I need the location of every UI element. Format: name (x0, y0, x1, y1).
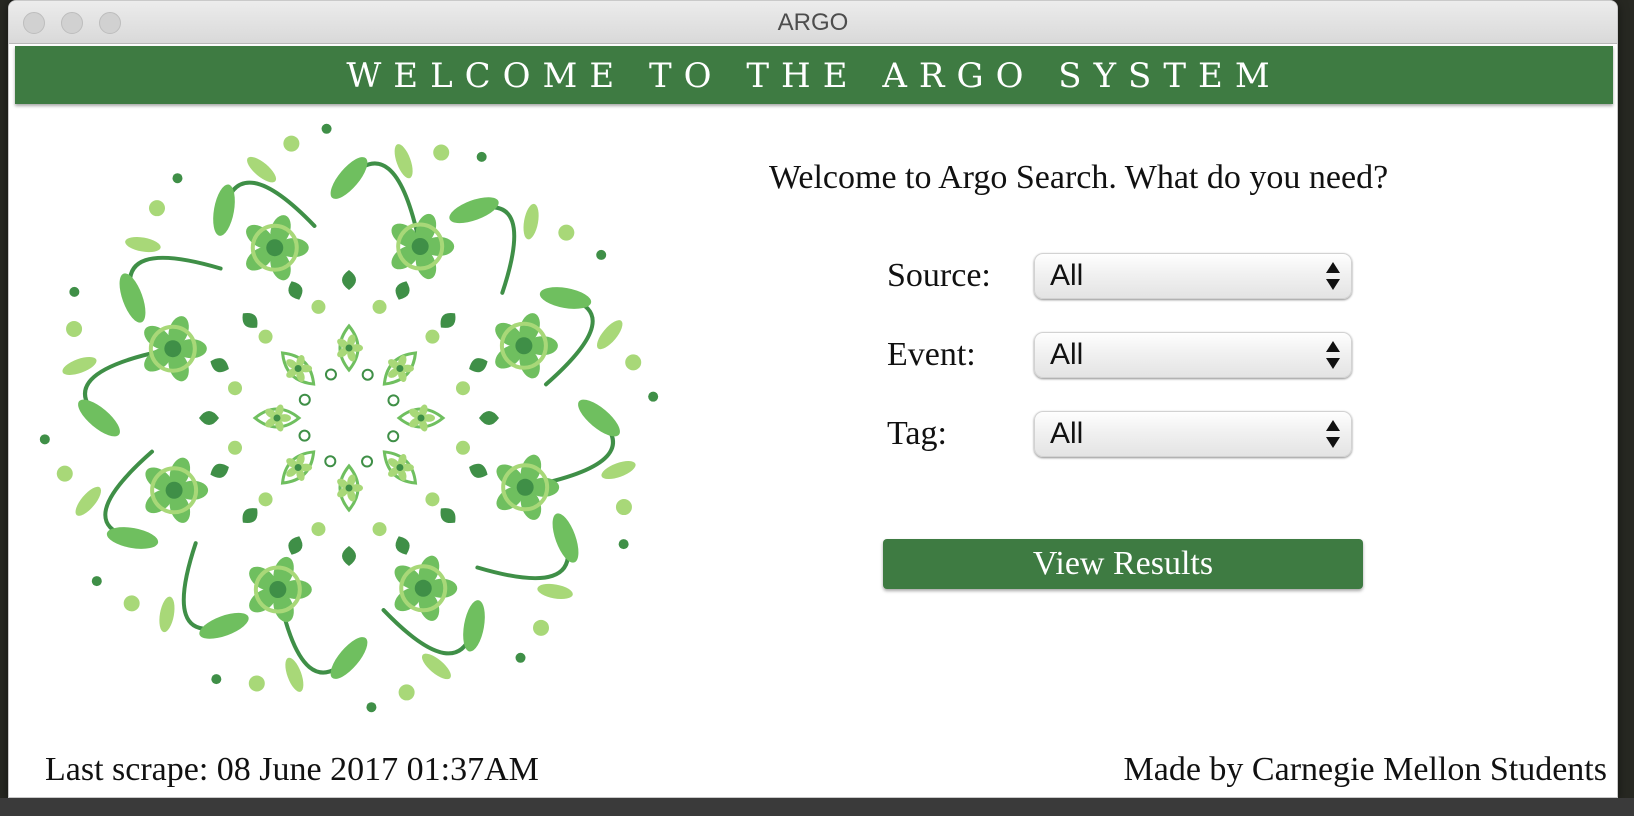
title-bar[interactable]: ARGO (9, 1, 1617, 44)
up-down-arrows-icon (1326, 262, 1340, 290)
view-results-button[interactable]: View Results (883, 539, 1363, 589)
welcome-banner: WELCOME TO THE ARGO SYSTEM (15, 46, 1613, 104)
credit-text: Made by Carnegie Mellon Students (1123, 751, 1607, 788)
event-select[interactable]: All (1034, 332, 1352, 378)
last-scrape-text: Last scrape: 08 June 2017 01:37AM (45, 751, 539, 788)
tag-label: Tag: (887, 415, 947, 452)
up-down-arrows-icon (1326, 420, 1340, 448)
search-prompt: Welcome to Argo Search. What do you need… (769, 159, 1389, 196)
source-select[interactable]: All (1034, 253, 1352, 299)
up-down-arrows-icon (1326, 341, 1340, 369)
floral-mandala-illustration (39, 123, 659, 713)
event-select-value: All (1050, 338, 1084, 371)
app-window: ARGO WELCOME TO THE ARGO SYSTEM Welcome … (8, 0, 1618, 798)
source-select-value: All (1050, 259, 1084, 292)
source-label: Source: (887, 257, 991, 294)
tag-select[interactable]: All (1034, 411, 1352, 457)
tag-select-value: All (1050, 417, 1084, 450)
event-label: Event: (887, 336, 976, 373)
window-title: ARGO (777, 9, 849, 36)
desktop-bottom-strip (0, 798, 1634, 816)
